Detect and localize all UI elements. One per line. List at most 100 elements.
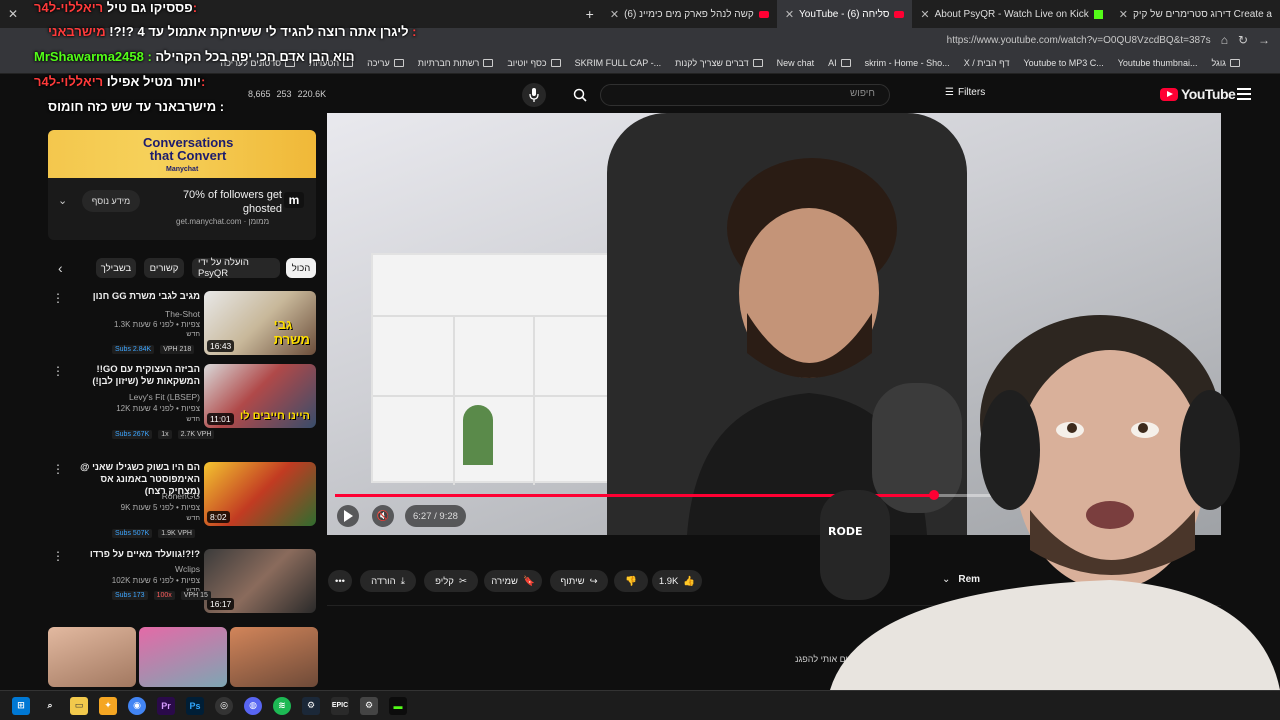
channel-name[interactable]: Levy's Fit (LBSEP) — [129, 392, 200, 402]
mute-button[interactable]: 🔇 — [372, 505, 394, 527]
channel-name[interactable]: RonenGG — [162, 491, 200, 501]
epic-icon[interactable]: EPIC — [331, 696, 349, 715]
shorts-thumbnail[interactable] — [48, 627, 136, 687]
more-actions-button[interactable]: ••• — [328, 570, 352, 592]
video-thumbnail[interactable]: גבי משרת 16:43 — [204, 291, 316, 355]
related-video[interactable]: היינו חייבים לו 11:01 !!GO הביזה העצוקית… — [48, 364, 318, 444]
dislike-button[interactable]: 👎 — [614, 570, 648, 592]
video-thumbnail[interactable]: 8:02 — [204, 462, 316, 526]
chrome-icon[interactable]: ◉ — [128, 696, 146, 715]
windows-icon[interactable]: ⊞ — [12, 696, 30, 715]
play-button[interactable] — [337, 505, 359, 527]
share-button[interactable]: שיתוף ↪ — [550, 570, 608, 592]
steam-icon[interactable]: ⚙ — [302, 696, 320, 715]
youtube-favicon-icon — [758, 10, 769, 18]
hamburger-menu-icon[interactable] — [1237, 88, 1251, 100]
tab-kick-psyqr[interactable]: ✕ About PsyQR - Watch Live on Kick — [912, 0, 1110, 28]
more-options-icon[interactable]: ⋮ — [52, 549, 64, 563]
more-options-icon[interactable]: ⋮ — [52, 291, 64, 305]
channel-name[interactable]: Wclips — [175, 564, 200, 574]
tab-youtube[interactable]: ✕ YouTube - סליחה (6) — [776, 0, 913, 28]
ad-title: 70% of followers get ghosted — [182, 189, 282, 215]
related-video[interactable]: 8:02 @ הם היו בשוק כשגילו שאני האימפוסטר… — [48, 462, 318, 542]
tab-water-park[interactable]: ✕ קשה לנהל פארק מים כימיינ (6) — [602, 0, 777, 28]
video-duration: 8:02 — [207, 511, 230, 523]
tab-kick-ranking[interactable]: ✕ דירוג סטרימרים של קיק Create a — [1111, 0, 1280, 28]
close-tab-icon[interactable]: ✕ — [920, 8, 929, 21]
download-button[interactable]: הורדה ⤓ — [360, 570, 416, 592]
settings-icon[interactable]: ⚙ — [360, 696, 378, 715]
video-thumbnail[interactable]: היינו חייבים לו 11:01 — [204, 364, 316, 428]
discord-icon[interactable]: ◍ — [244, 696, 262, 715]
bookmark-item[interactable]: SKRIM FULL CAP -... — [575, 58, 662, 68]
filters-button[interactable]: ☰ Filters — [945, 87, 985, 98]
premiere-icon[interactable]: Pr — [157, 696, 175, 715]
close-tab-icon[interactable]: ✕ — [785, 8, 794, 21]
search-button[interactable] — [568, 83, 592, 107]
video-meta: 102K צפיות • לפני 6 שעות — [111, 576, 200, 585]
close-window-icon[interactable]: ✕ — [0, 7, 26, 21]
kick-favicon-icon — [1093, 9, 1103, 19]
stats-badges: Subs 173 100x VPH 15 — [112, 591, 211, 600]
photoshop-icon[interactable]: Ps — [186, 696, 204, 715]
more-options-icon[interactable]: ⋮ — [52, 364, 64, 378]
reload-icon[interactable]: ↻ — [1238, 33, 1248, 47]
search-icon[interactable]: ⌕ — [41, 697, 59, 715]
channel-name[interactable]: The-Shot — [165, 309, 200, 319]
file-explorer-icon[interactable]: ▭ — [70, 696, 88, 715]
chip-all[interactable]: הכול — [286, 258, 316, 278]
related-video[interactable]: גבי משרת 16:43 חנון GG מגיב לגבי משרת The… — [48, 291, 318, 371]
video-title[interactable]: גוועלד מאיים על פרדו!?!? — [80, 549, 200, 561]
voice-search-button[interactable] — [522, 83, 546, 107]
bookmark-item[interactable]: Youtube thumbnai... — [1118, 58, 1198, 68]
video-title[interactable]: !!GO הביזה העצוקית עם המשקאות של (שיזון … — [80, 364, 200, 388]
shorts-thumbnail[interactable] — [230, 627, 318, 687]
bookmark-item[interactable]: רשתות חברתיות — [418, 58, 494, 68]
manychat-logo-icon: m — [284, 192, 304, 208]
ad-card[interactable]: Conversations that Convert Manychat 70% … — [48, 130, 316, 240]
bookmark-item[interactable]: AI — [828, 58, 851, 68]
youtube-logo[interactable]: YouTube — [1160, 86, 1236, 102]
home-icon[interactable]: ⌂ — [1221, 33, 1228, 47]
ad-headline: Conversations that Convert — [143, 135, 234, 163]
close-tab-icon[interactable]: ✕ — [610, 8, 619, 21]
new-tab-button[interactable]: + — [578, 6, 602, 22]
thumbnail-caption: גבי משרת — [273, 317, 310, 347]
bookmark-item[interactable]: New chat — [777, 58, 815, 68]
chat-message: מישרבאנר עד שש כזה חומוס : — [48, 99, 225, 114]
url-field[interactable]: https://www.youtube.com/watch?v=O0QU8Vzc… — [947, 35, 1211, 46]
chip-related[interactable]: קשורים — [144, 258, 184, 278]
obs-icon[interactable]: ◎ — [215, 696, 233, 715]
chevron-down-icon[interactable]: ⌄ — [58, 194, 67, 207]
puzzle-icon[interactable]: ✦ — [99, 696, 117, 715]
related-video[interactable]: 16:17 גוועלד מאיים על פרדו!?!? Wclips 10… — [48, 549, 318, 629]
chevron-left-icon[interactable]: ‹ — [58, 260, 63, 276]
ad-learn-more-button[interactable]: מידע נוסף — [82, 190, 140, 212]
bookmark-item[interactable]: עריכה — [367, 58, 404, 68]
bookmark-item[interactable]: Youtube to MP3 C... — [1024, 58, 1104, 68]
like-button[interactable]: 1.9K 👍 — [652, 570, 702, 592]
bookmark-item[interactable]: כסף יוטיוב — [507, 58, 561, 68]
clip-button[interactable]: קליפ ✂ — [424, 570, 478, 592]
search-input[interactable] — [600, 84, 890, 106]
chip-uploaded-by[interactable]: הועלה על ידי PsyQR — [192, 257, 280, 279]
save-button[interactable]: שמירה 🔖 — [484, 570, 542, 592]
stats-badges: Subs 2.84K VPH 218 — [112, 345, 195, 354]
bookmark-item[interactable]: דברים שצריך לקנות — [675, 58, 763, 68]
bookmark-item[interactable]: X / דף הבית — [964, 58, 1010, 68]
chip-for-you[interactable]: בשבילך — [96, 258, 136, 278]
spotify-icon[interactable]: ≋ — [273, 696, 291, 715]
chat-message: פססיקו גם טיל ריאללוי-ל4ר: — [34, 0, 198, 15]
streamer-webcam: RODE — [820, 315, 1280, 690]
more-options-icon[interactable]: ⋮ — [52, 462, 64, 476]
video-thumbnail[interactable]: 16:17 — [204, 549, 316, 613]
terminal-icon[interactable]: ▬ — [389, 696, 407, 715]
new-badge: חדש — [186, 515, 200, 522]
video-title[interactable]: חנון GG מגיב לגבי משרת — [80, 291, 200, 303]
bookmark-item[interactable]: גוגל — [1211, 58, 1240, 68]
video-meta: 1.3K צפיות • לפני 6 שעות — [113, 320, 200, 329]
close-tab-icon[interactable]: ✕ — [1119, 8, 1128, 21]
bookmark-item[interactable]: skrim - Home - Sho... — [865, 58, 950, 68]
forward-icon[interactable]: → — [1258, 33, 1270, 47]
shorts-thumbnail[interactable] — [139, 627, 227, 687]
